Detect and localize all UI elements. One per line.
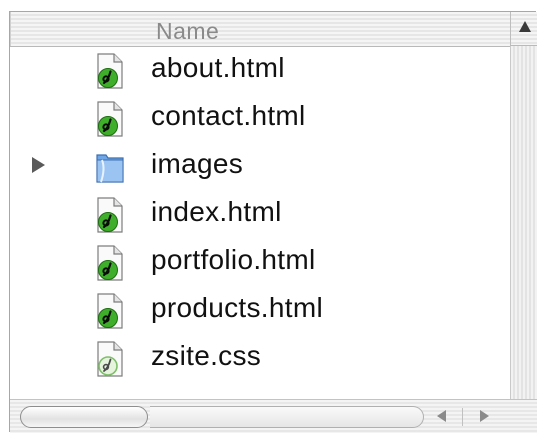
list-item[interactable]: products.html xyxy=(10,286,510,334)
column-header-name[interactable]: Name xyxy=(10,12,510,47)
css-file-icon xyxy=(94,341,126,377)
scrollbar-track[interactable] xyxy=(150,406,424,428)
list-item[interactable]: images xyxy=(10,142,510,190)
scroll-right-button[interactable] xyxy=(470,400,498,433)
list-item[interactable]: portfolio.html xyxy=(10,238,510,286)
html-file-icon xyxy=(94,197,126,233)
folder-name: images xyxy=(151,148,244,179)
list-item[interactable]: zsite.css xyxy=(10,334,510,382)
file-name: portfolio.html xyxy=(151,244,316,275)
sort-up-arrow-icon xyxy=(519,21,531,32)
arrow-divider xyxy=(462,408,463,426)
list-item[interactable]: about.html xyxy=(10,46,510,94)
file-list: about.html contact.html images index.htm… xyxy=(10,46,510,399)
arrow-left-icon xyxy=(437,410,446,422)
horizontal-scrollbar[interactable] xyxy=(10,399,537,433)
html-file-icon xyxy=(94,293,126,329)
file-name: index.html xyxy=(151,196,282,227)
file-name: about.html xyxy=(151,52,285,83)
scroll-left-button[interactable] xyxy=(428,400,456,433)
html-file-icon xyxy=(94,245,126,281)
vertical-scrollbar-track[interactable] xyxy=(510,46,537,399)
file-name: zsite.css xyxy=(151,340,262,371)
header-divider xyxy=(10,12,11,46)
file-name: products.html xyxy=(151,292,323,323)
list-item[interactable]: contact.html xyxy=(10,94,510,142)
html-file-icon xyxy=(94,101,126,137)
column-header-label: Name xyxy=(156,18,220,44)
folder-icon xyxy=(94,149,126,185)
file-name: contact.html xyxy=(151,100,306,131)
arrow-right-icon xyxy=(480,410,489,422)
html-file-icon xyxy=(94,53,126,89)
scrollbar-thumb[interactable] xyxy=(20,406,148,428)
sort-direction-button[interactable] xyxy=(510,12,537,46)
list-item[interactable]: index.html xyxy=(10,190,510,238)
disclosure-triangle-icon[interactable] xyxy=(32,157,45,173)
file-list-panel: Name about.html contact.html images inde… xyxy=(9,11,537,433)
